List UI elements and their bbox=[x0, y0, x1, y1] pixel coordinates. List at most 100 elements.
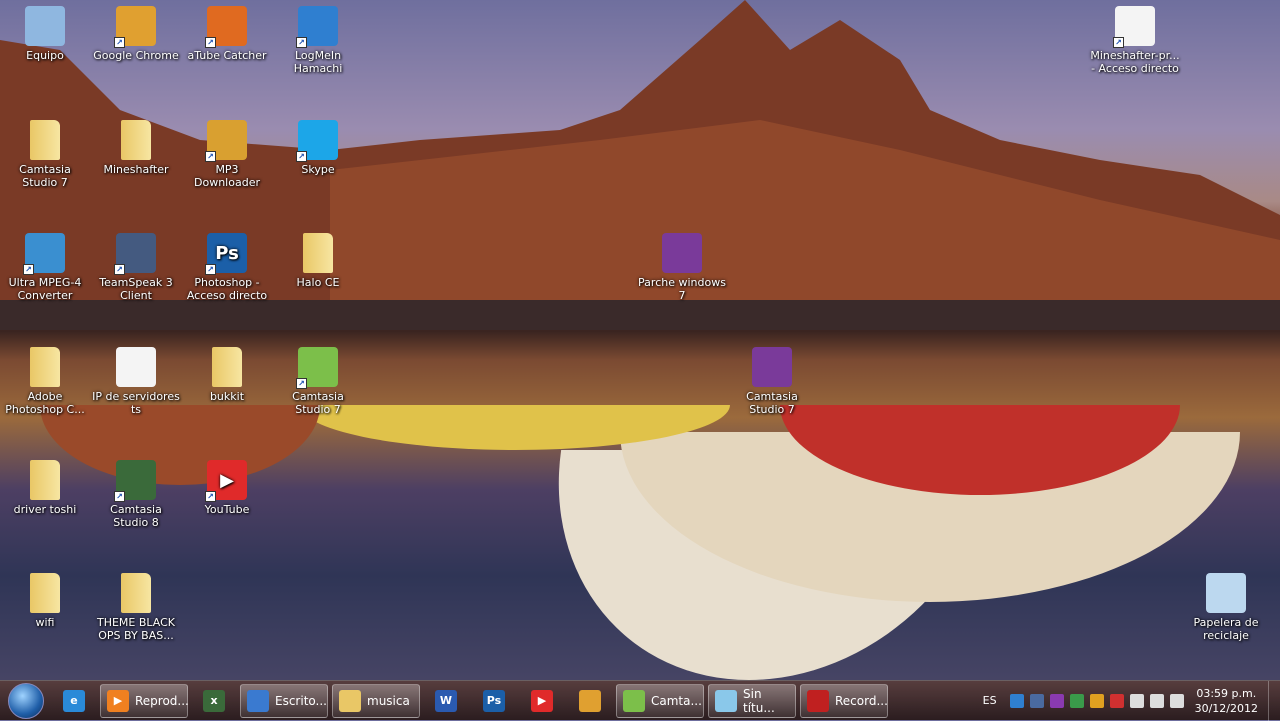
signal-icon[interactable] bbox=[1149, 693, 1164, 708]
desktop-icon-label: bukkit bbox=[209, 390, 245, 403]
taskbar-button[interactable]: Camta... bbox=[616, 683, 704, 718]
folder-icon bbox=[303, 233, 333, 273]
winrar-icon bbox=[752, 347, 792, 387]
desktop-icon-label: TeamSpeak 3 Client bbox=[99, 276, 173, 302]
desktop-icon[interactable]: ▶ ↗ YouTube bbox=[182, 460, 272, 516]
network-tray-icon[interactable] bbox=[1069, 693, 1084, 708]
clock-time: 03:59 p.m. bbox=[1196, 686, 1257, 700]
desktop-icon[interactable]: ↗ Camtasia Studio 7 bbox=[273, 347, 363, 416]
winrar-icon bbox=[662, 233, 702, 273]
desktop-icon bbox=[247, 689, 269, 712]
taskbar-button[interactable]: ▶ bbox=[520, 684, 564, 718]
update-tray-icon[interactable] bbox=[1089, 693, 1104, 708]
skype-icon: ↗ bbox=[296, 120, 338, 162]
desktop-icon-label: wifi bbox=[35, 616, 55, 629]
desktop-icon[interactable]: Equipo bbox=[0, 6, 90, 62]
desktop-icon-label: Photoshop - Acceso directo bbox=[186, 276, 268, 302]
taskbar-button[interactable] bbox=[568, 684, 612, 718]
desktop-icon-label: IP de servidores ts bbox=[92, 390, 180, 416]
desktop-icon[interactable]: Mineshafter bbox=[91, 120, 181, 176]
taskbar-button[interactable]: W bbox=[424, 684, 468, 718]
desktop-icon[interactable]: ↗ Mineshafter-pr... - Acceso directo bbox=[1090, 6, 1180, 75]
desktop-icon-label: THEME BLACK OPS BY BAS... bbox=[96, 616, 176, 642]
desktop-icon[interactable]: ↗ Camtasia Studio 8 bbox=[91, 460, 181, 529]
desktop-icon[interactable]: IP de servidores ts bbox=[91, 347, 181, 416]
desktop-icon-label: Camtasia Studio 7 bbox=[746, 390, 798, 416]
shortcut-arrow-icon: ↗ bbox=[114, 491, 125, 502]
taskbar-items: e ▶ Reprod... x Escrito... musica W Ps ▶ Camta...… bbox=[50, 683, 890, 718]
action-center-flag-icon[interactable] bbox=[1109, 693, 1124, 708]
desktop-icon-label: Halo CE bbox=[296, 276, 340, 289]
start-button[interactable] bbox=[8, 682, 44, 719]
word-icon: W bbox=[435, 689, 457, 712]
taskbar-button[interactable]: Record... bbox=[800, 683, 888, 718]
camtasia8-icon: ↗ bbox=[114, 460, 156, 502]
youtube-icon: ▶ bbox=[531, 689, 553, 712]
java-file-icon: ↗ bbox=[1113, 6, 1155, 48]
chrome-icon: ↗ bbox=[114, 6, 156, 48]
computer-icon bbox=[25, 6, 65, 46]
onenote-tray-icon[interactable] bbox=[1049, 693, 1064, 708]
atube-catcher-icon: ↗ bbox=[205, 6, 247, 48]
desktop-icon-label: driver toshi bbox=[13, 503, 77, 516]
desktop-icon-label: Ultra MPEG-4 Converter bbox=[8, 276, 82, 302]
desktop-icon[interactable]: Camtasia Studio 7 bbox=[727, 347, 817, 416]
clock[interactable]: 03:59 p.m. 30/12/2012 bbox=[1187, 686, 1268, 716]
internet-explorer-icon: e bbox=[63, 689, 85, 712]
taskbar-button-label: Sin títu... bbox=[743, 686, 775, 715]
desktop-icon-label: Adobe Photoshop C... bbox=[5, 390, 85, 416]
folder-icon bbox=[30, 347, 60, 387]
desktop-icon[interactable]: Ps ↗ Photoshop - Acceso directo bbox=[182, 233, 272, 302]
desktop-icon[interactable]: ↗ MP3 Downloader bbox=[182, 120, 272, 189]
desktop-icon[interactable]: THEME BLACK OPS BY BAS... bbox=[91, 573, 181, 642]
teamspeak-icon: ↗ bbox=[114, 233, 156, 275]
taskbar-button-label: Reprod... bbox=[135, 693, 189, 708]
desktop-icon[interactable]: bukkit bbox=[182, 347, 272, 403]
taskbar-button[interactable]: ▶ Reprod... bbox=[100, 683, 189, 718]
teamviewer-tray-icon[interactable] bbox=[1029, 693, 1044, 708]
system-tray: ES 03:59 p.m. 30/12/2012 bbox=[983, 680, 1280, 721]
photoshop-icon: Ps bbox=[483, 689, 505, 712]
desktop-icon-label: Skype bbox=[301, 163, 335, 176]
desktop-icon[interactable]: Halo CE bbox=[273, 233, 363, 289]
taskbar-button[interactable]: Sin títu... bbox=[708, 683, 796, 718]
shortcut-arrow-icon: ↗ bbox=[114, 37, 125, 48]
folder-icon bbox=[30, 120, 60, 160]
desktop-icon[interactable]: ↗ Google Chrome bbox=[91, 6, 181, 62]
desktop-icon-label: Camtasia Studio 7 bbox=[292, 390, 344, 416]
hamachi-tray-icon[interactable] bbox=[1009, 693, 1024, 708]
desktop-icon[interactable]: ↗ Skype bbox=[273, 120, 363, 176]
taskbar-button[interactable]: Escrito... bbox=[240, 683, 328, 718]
desktop-icon-label: Google Chrome bbox=[93, 49, 179, 62]
desktop-icon[interactable]: ↗ aTube Catcher bbox=[182, 6, 272, 62]
power-plug-icon[interactable] bbox=[1129, 693, 1144, 708]
shortcut-arrow-icon: ↗ bbox=[205, 264, 216, 275]
desktop-icon[interactable]: ↗ LogMeIn Hamachi bbox=[273, 6, 363, 75]
desktop-icon[interactable]: wifi bbox=[0, 573, 90, 629]
desktop-icon[interactable]: Camtasia Studio 7 bbox=[0, 120, 90, 189]
shortcut-arrow-icon: ↗ bbox=[296, 378, 307, 389]
desktop-icon-label: Camtasia Studio 7 bbox=[19, 163, 71, 189]
desktop-icon[interactable]: driver toshi bbox=[0, 460, 90, 516]
shortcut-arrow-icon: ↗ bbox=[205, 491, 216, 502]
desktop-icon[interactable]: ↗ TeamSpeak 3 Client bbox=[91, 233, 181, 302]
shortcut-arrow-icon: ↗ bbox=[296, 151, 307, 162]
taskbar-button[interactable]: musica bbox=[332, 683, 420, 718]
desktop-icon[interactable]: ↗ Ultra MPEG-4 Converter bbox=[0, 233, 90, 302]
converter-icon: ↗ bbox=[23, 233, 65, 275]
show-desktop-button[interactable] bbox=[1268, 680, 1280, 721]
tray-icons bbox=[1007, 693, 1187, 708]
shortcut-arrow-icon: ↗ bbox=[205, 37, 216, 48]
taskbar-button[interactable]: x bbox=[192, 684, 236, 718]
language-indicator[interactable]: ES bbox=[983, 694, 997, 707]
taskbar-button[interactable]: e bbox=[52, 684, 96, 718]
volume-icon[interactable] bbox=[1169, 693, 1184, 708]
desktop-icon-label: LogMeIn Hamachi bbox=[293, 49, 343, 75]
desktop-icon[interactable]: Parche windows 7 bbox=[637, 233, 727, 302]
desktop-icon[interactable]: Papelera de reciclaje bbox=[1181, 573, 1271, 642]
taskbar-button[interactable]: Ps bbox=[472, 684, 516, 718]
desktop-icon-label: Papelera de reciclaje bbox=[1193, 616, 1259, 642]
desktop-icon[interactable]: Adobe Photoshop C... bbox=[0, 347, 90, 416]
camtasia-icon bbox=[623, 689, 645, 712]
shortcut-arrow-icon: ↗ bbox=[296, 37, 307, 48]
